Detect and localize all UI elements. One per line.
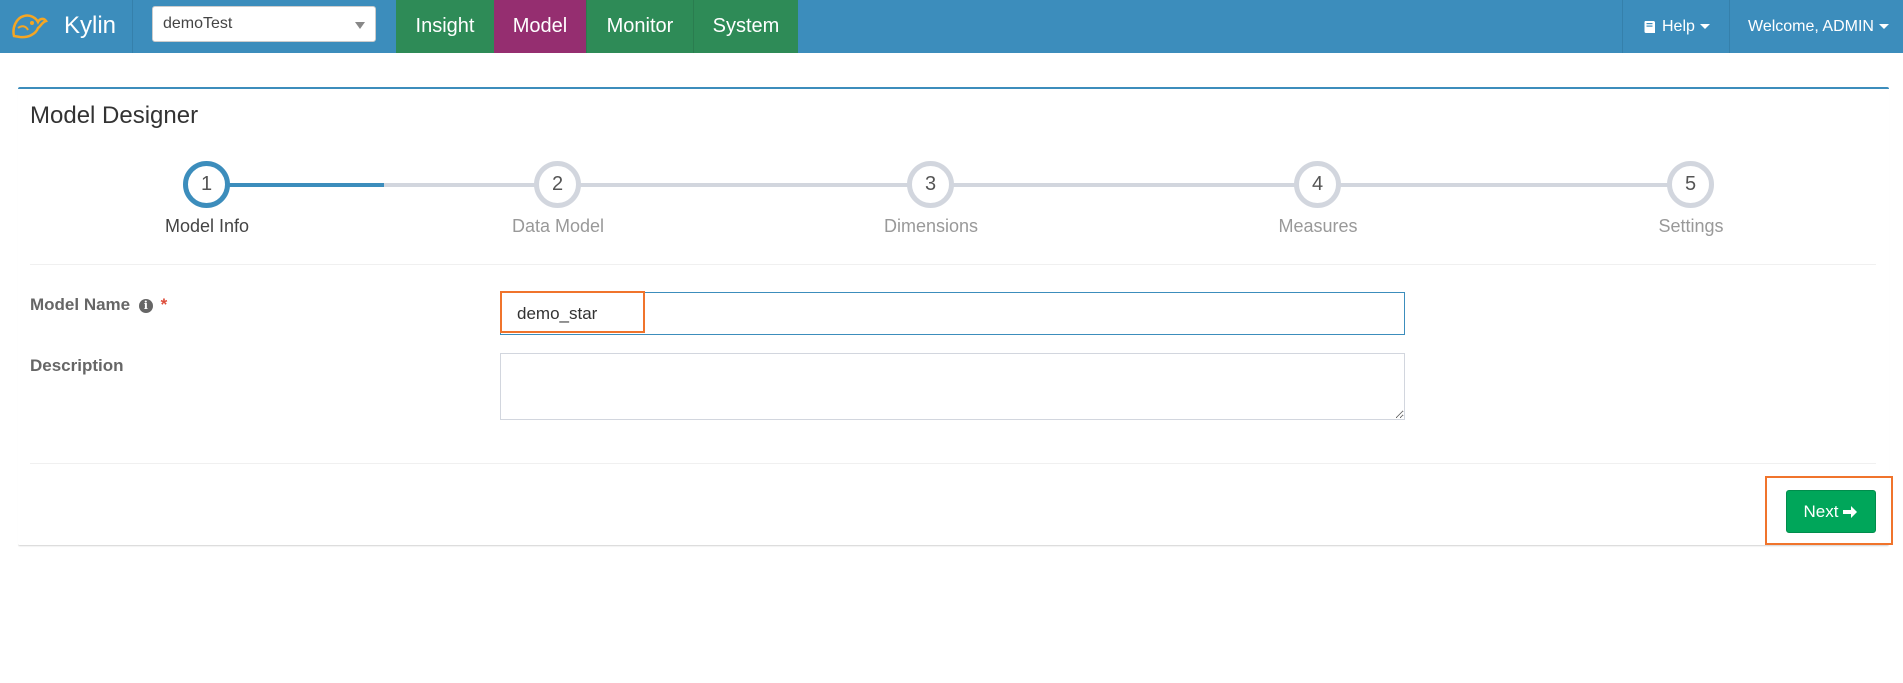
brand-name: Kylin (64, 12, 117, 39)
divider (30, 264, 1876, 265)
step-4-label[interactable]: Measures (1218, 216, 1418, 237)
step-5-circle[interactable]: 5 (1667, 161, 1714, 208)
next-button-label: Next (1803, 501, 1839, 521)
step-2-circle[interactable]: 2 (534, 161, 581, 208)
caret-down-icon (1878, 24, 1889, 29)
model-name-label: Model Name i * (30, 295, 167, 315)
kylin-logo-icon (12, 14, 48, 39)
tab-monitor[interactable]: Monitor (586, 0, 693, 53)
tab-model[interactable]: Model (494, 0, 586, 53)
step-3-label[interactable]: Dimensions (831, 216, 1031, 237)
step-4-circle[interactable]: 4 (1294, 161, 1341, 208)
step-5-label[interactable]: Settings (1591, 216, 1791, 237)
step-2-label[interactable]: Data Model (458, 216, 658, 237)
caret-down-icon (1699, 24, 1710, 29)
book-icon (1644, 20, 1655, 33)
wizard-progress (207, 183, 384, 187)
user-label: Welcome, ADMIN (1748, 17, 1874, 35)
chevron-down-icon (355, 22, 365, 29)
brand[interactable]: Kylin (0, 0, 133, 53)
project-select[interactable]: demoTest (152, 6, 376, 42)
project-select-value: demoTest (163, 15, 233, 32)
page-title: Model Designer (30, 102, 199, 129)
user-menu[interactable]: Welcome, ADMIN (1729, 0, 1903, 53)
description-label: Description (30, 356, 124, 375)
model-name-label-text: Model Name (30, 295, 131, 314)
divider (30, 463, 1876, 464)
required-mark: * (160, 295, 168, 314)
next-button[interactable]: Next (1786, 490, 1876, 533)
step-1-circle[interactable]: 1 (183, 161, 230, 208)
description-textarea[interactable] (500, 353, 1405, 420)
tab-insight[interactable]: Insight (396, 0, 494, 53)
arrow-right-icon (1843, 505, 1858, 518)
help-label: Help (1662, 17, 1695, 35)
step-1-label[interactable]: Model Info (107, 216, 307, 237)
info-icon[interactable]: i (138, 299, 153, 313)
step-3-circle[interactable]: 3 (907, 161, 954, 208)
help-menu[interactable]: Help (1622, 0, 1729, 53)
tab-system[interactable]: System (693, 0, 798, 53)
model-name-input[interactable] (500, 292, 1405, 335)
top-navbar: Kylin demoTest Insight Model Monitor Sys… (0, 0, 1903, 53)
